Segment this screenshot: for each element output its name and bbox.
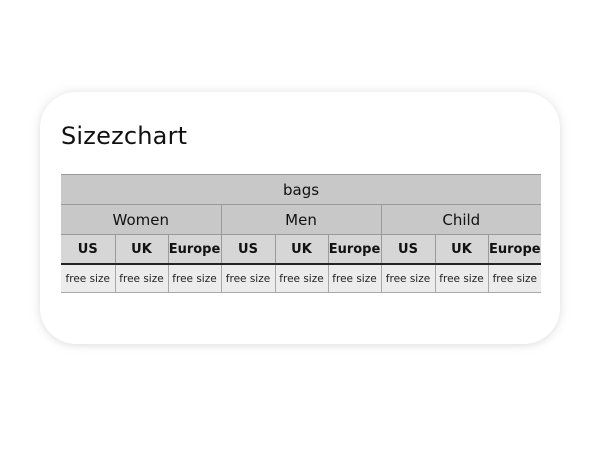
- size-chart-table: bags Women Men Child US UK Europe US UK …: [61, 174, 542, 293]
- column-header-women-europe: Europe: [167, 234, 221, 265]
- column-header-men-us: US: [220, 234, 275, 265]
- cell-child-uk: free size: [434, 264, 488, 293]
- cell-women-europe: free size: [167, 264, 221, 293]
- cell-women-uk: free size: [114, 264, 168, 293]
- column-header-child-uk: UK: [434, 234, 488, 265]
- group-header-child: Child: [380, 204, 542, 235]
- column-header-men-europe: Europe: [327, 234, 381, 265]
- group-header-row: Women Men Child: [61, 204, 542, 235]
- table-row: free size free size free size free size …: [61, 264, 542, 293]
- category-header: bags: [61, 174, 542, 205]
- cell-men-us: free size: [220, 264, 275, 293]
- group-header-women: Women: [61, 204, 221, 235]
- cell-women-us: free size: [61, 264, 115, 293]
- cell-child-us: free size: [380, 264, 435, 293]
- category-header-row: bags: [61, 174, 542, 205]
- page-title: Sizezchart: [61, 122, 188, 150]
- size-system-header-row: US UK Europe US UK Europe US UK Europe: [61, 234, 542, 265]
- group-header-men: Men: [220, 204, 381, 235]
- column-header-child-europe: Europe: [487, 234, 542, 265]
- column-header-women-uk: UK: [114, 234, 168, 265]
- cell-child-europe: free size: [487, 264, 542, 293]
- column-header-women-us: US: [61, 234, 115, 265]
- cell-men-europe: free size: [327, 264, 381, 293]
- cell-men-uk: free size: [274, 264, 328, 293]
- column-header-child-us: US: [380, 234, 435, 265]
- column-header-men-uk: UK: [274, 234, 328, 265]
